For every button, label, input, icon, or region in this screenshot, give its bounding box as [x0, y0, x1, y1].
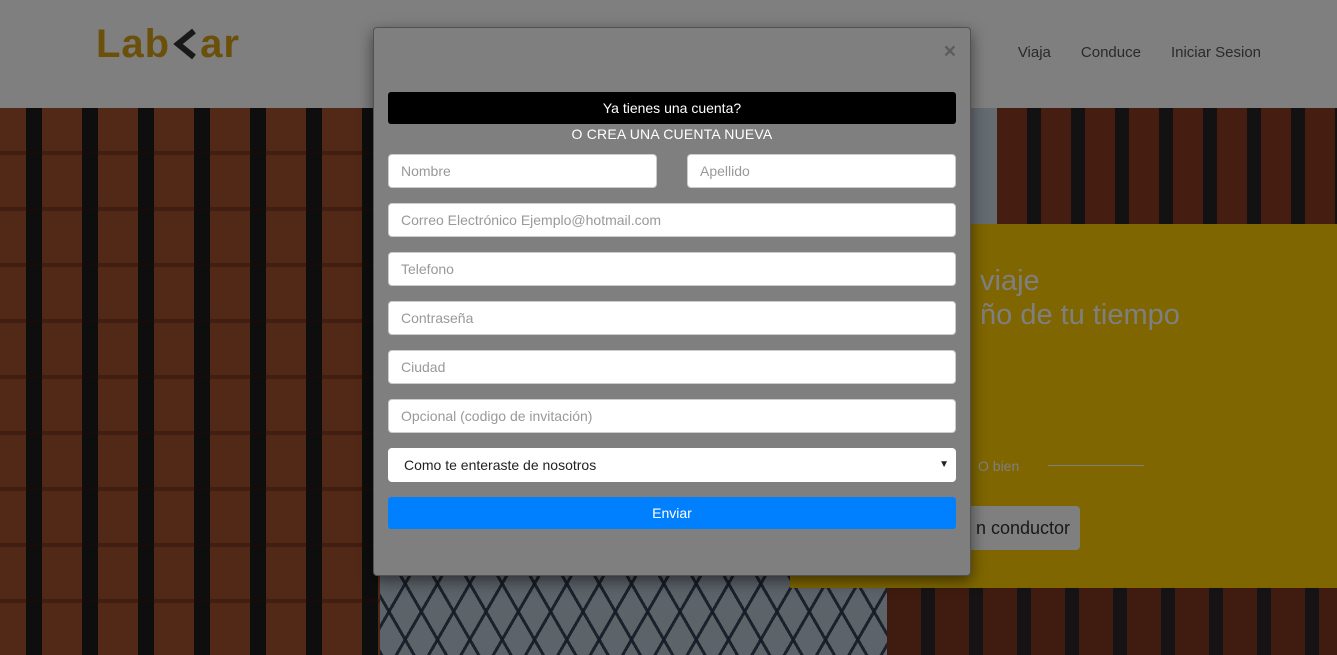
submit-button[interactable]: Enviar — [388, 497, 956, 529]
password-input[interactable] — [388, 301, 956, 335]
signup-modal: × Ya tienes una cuenta? O CREA UNA CUENT… — [373, 27, 971, 576]
referral-source-select[interactable]: Como te enteraste de nosotros ▼ — [388, 448, 956, 482]
referral-source-value: Como te enteraste de nosotros — [404, 457, 597, 473]
last-name-input[interactable] — [687, 154, 956, 188]
first-name-input[interactable] — [388, 154, 657, 188]
phone-input[interactable] — [388, 252, 956, 286]
create-account-label: O CREA UNA CUENTA NUEVA — [571, 126, 773, 142]
email-input[interactable] — [388, 203, 956, 237]
invite-code-input[interactable] — [388, 399, 956, 433]
login-button[interactable]: Ya tienes una cuenta? — [388, 92, 956, 124]
chevron-down-icon: ▼ — [939, 459, 949, 470]
close-icon[interactable]: × — [944, 41, 956, 62]
city-input[interactable] — [388, 350, 956, 384]
